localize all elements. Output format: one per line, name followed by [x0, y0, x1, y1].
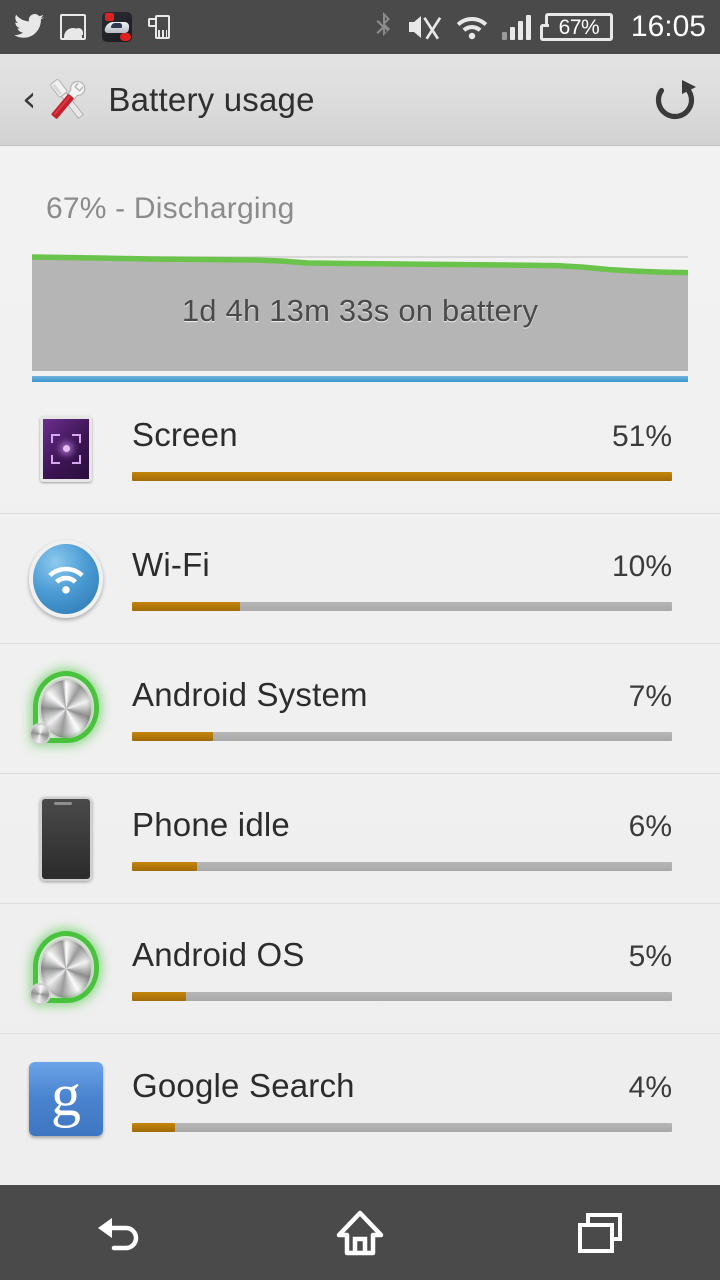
usage-progress-fill	[132, 602, 240, 611]
phone-screen: 67% 16:05 ‹ Battery usage 67% - Discharg…	[0, 0, 720, 1280]
refresh-icon[interactable]	[652, 77, 698, 123]
usage-progress-track	[132, 862, 672, 871]
battery-history-chart: 1d 4h 13m 33s on battery	[32, 251, 688, 371]
status-bar-clock: 16:05	[630, 10, 706, 43]
bluetooth-icon	[372, 12, 394, 42]
page-title: Battery usage	[108, 80, 315, 118]
battery-usage-list: Screen 51% Wi-Fi 10% Android System 7% P…	[0, 384, 720, 1164]
table-row[interactable]: Android System 7%	[0, 644, 720, 774]
wifi-icon	[456, 14, 488, 40]
charge-status-label: 67% - Discharging	[46, 192, 295, 225]
tools-icon	[42, 75, 94, 125]
table-row[interactable]: Phone idle 6%	[0, 774, 720, 904]
row-content: Screen 51%	[132, 416, 720, 481]
usage-item-label: Google Search	[132, 1066, 355, 1104]
usage-progress-track	[132, 1122, 672, 1132]
usage-item-percent: 4%	[628, 1070, 672, 1104]
usage-progress-track	[132, 732, 672, 741]
back-icon[interactable]	[0, 1185, 240, 1280]
row-content: Wi-Fi 10%	[132, 546, 720, 611]
usage-item-percent: 7%	[628, 680, 672, 713]
usage-item-percent: 6%	[628, 810, 672, 843]
row-content: Android OS 5%	[132, 936, 720, 1001]
usage-item-label: Android OS	[132, 936, 305, 973]
usage-progress-track	[132, 472, 672, 481]
usage-progress-fill	[132, 1122, 176, 1132]
status-bar-notifications	[14, 12, 372, 42]
vibrate-muted-icon	[408, 12, 442, 42]
usage-progress-fill	[132, 862, 197, 871]
row-content: Android System 7%	[132, 676, 720, 741]
gallery-icon	[60, 14, 86, 40]
battery-percent-label: 67%	[558, 15, 600, 39]
table-row[interactable]: g Google Search 4%	[0, 1034, 720, 1164]
usage-item-percent: 5%	[628, 940, 672, 973]
twitter-icon	[14, 14, 44, 40]
usage-item-label: Screen	[132, 416, 238, 453]
row-content: Google Search 4%	[132, 1067, 720, 1132]
status-bar: 67% 16:05	[0, 0, 720, 54]
usage-item-label: Wi-Fi	[132, 546, 210, 583]
status-bar-system-icons: 67% 16:05	[372, 10, 706, 44]
battery-icon: 67%	[539, 13, 613, 41]
recents-icon[interactable]	[480, 1185, 720, 1280]
phone-idle-icon	[0, 796, 132, 881]
cellular-signal-icon	[501, 14, 531, 40]
usage-item-percent: 51%	[611, 420, 672, 453]
accent-divider	[32, 376, 688, 382]
usb-connection-icon	[148, 13, 170, 41]
battery-usage-content: 67% - Discharging 1d 4h 13m 33s on batte…	[0, 147, 720, 1185]
usage-progress-fill	[132, 732, 213, 741]
back-chevron-icon[interactable]: ‹	[22, 81, 36, 118]
android-os-icon	[0, 929, 132, 1009]
navigation-bar	[0, 1185, 720, 1280]
table-row[interactable]: Wi-Fi 10%	[0, 514, 720, 644]
table-row[interactable]: Screen 51%	[0, 384, 720, 514]
table-row[interactable]: Android OS 5%	[0, 904, 720, 1034]
row-content: Phone idle 6%	[132, 806, 720, 871]
android-system-icon	[0, 669, 132, 749]
wifi-app-icon	[0, 539, 132, 618]
usage-item-label: Phone idle	[132, 806, 290, 843]
usage-progress-track	[132, 602, 672, 611]
home-icon[interactable]	[240, 1185, 480, 1280]
car-app-icon	[102, 12, 132, 42]
usage-progress-fill	[132, 992, 186, 1001]
usage-progress-fill	[132, 472, 672, 481]
screen-icon	[0, 415, 132, 482]
usage-progress-track	[132, 992, 672, 1001]
battery-duration-label: 1d 4h 13m 33s on battery	[181, 293, 539, 328]
usage-item-label: Android System	[132, 676, 368, 713]
usage-item-percent: 10%	[611, 550, 672, 583]
google-search-icon: g	[0, 1062, 132, 1136]
action-bar: ‹ Battery usage	[0, 54, 720, 146]
